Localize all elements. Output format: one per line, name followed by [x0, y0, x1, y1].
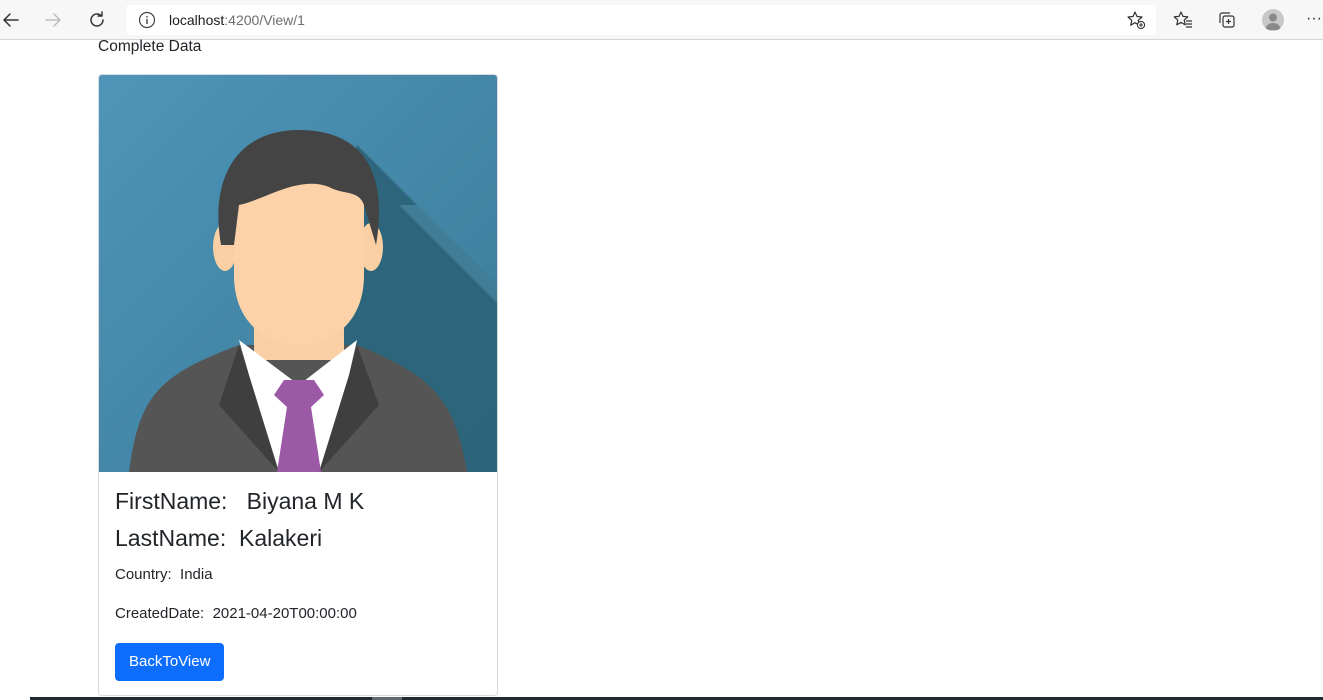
first-name-value: Biyana M K: [246, 488, 365, 514]
created-date-label: CreatedDate:: [115, 605, 205, 622]
first-name-row: FirstName: Biyana M K: [115, 488, 364, 515]
last-name-row: LastName: Kalakeri: [115, 525, 322, 552]
info-icon[interactable]: [138, 11, 156, 29]
star-add-icon[interactable]: [1126, 10, 1146, 30]
address-bar[interactable]: localhost:4200/View/1: [126, 5, 1156, 35]
browser-toolbar: localhost:4200/View/1 ···: [0, 0, 1323, 40]
url-text[interactable]: localhost:4200/View/1: [169, 12, 305, 28]
country-label: Country:: [115, 566, 172, 583]
more-icon[interactable]: ···: [1306, 9, 1323, 31]
country-value: India: [180, 566, 213, 583]
favorites-icon[interactable]: [1172, 9, 1194, 31]
url-path: :4200/View/1: [224, 12, 305, 28]
created-date-row: CreatedDate: 2021-04-20T00:00:00: [115, 605, 357, 622]
created-date-value: 2021-04-20T00:00:00: [212, 605, 357, 622]
profile-card: FirstName: Biyana M K LastName: Kalakeri…: [98, 74, 498, 696]
reload-icon[interactable]: [84, 7, 110, 33]
country-row: Country: India: [115, 566, 213, 583]
profile-avatar-icon[interactable]: [1262, 9, 1284, 31]
back-arrow-icon[interactable]: [0, 7, 24, 33]
first-name-label: FirstName:: [115, 488, 228, 514]
back-to-view-button[interactable]: BackToView: [115, 643, 225, 681]
profile-avatar-image: [99, 75, 497, 472]
url-host: localhost: [169, 12, 225, 28]
last-name-value: Kalakeri: [239, 525, 323, 551]
forward-arrow-icon[interactable]: [40, 7, 66, 33]
collections-icon[interactable]: [1216, 9, 1238, 31]
last-name-label: LastName:: [115, 525, 227, 551]
page-heading: Complete Data: [98, 38, 202, 55]
